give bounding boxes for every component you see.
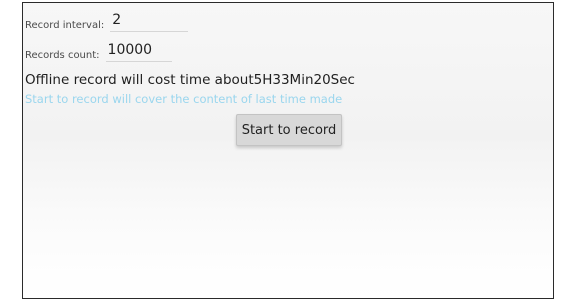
- records-count-row: Records count: 10000: [25, 42, 172, 62]
- estimated-time-text: Offline record will cost time about5H33M…: [25, 72, 355, 88]
- record-interval-input[interactable]: 2: [110, 12, 189, 32]
- records-count-input[interactable]: 10000: [105, 42, 172, 62]
- record-interval-label: Record interval:: [25, 20, 105, 31]
- overwrite-warning-text: Start to record will cover the content o…: [25, 92, 343, 106]
- start-record-button[interactable]: Start to record: [236, 114, 342, 146]
- records-count-label: Records count:: [25, 50, 100, 61]
- record-settings-panel: Record interval: 2 Records count: 10000 …: [22, 2, 554, 299]
- record-interval-row: Record interval: 2: [25, 12, 189, 32]
